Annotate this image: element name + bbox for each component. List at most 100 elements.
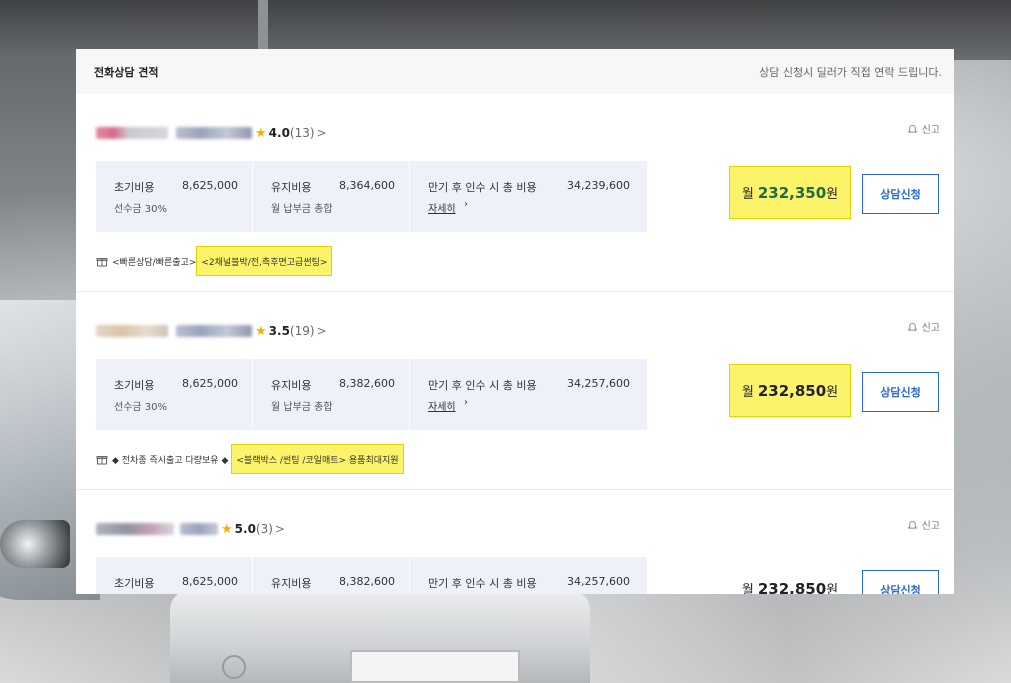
monthly-price: 월 232,350 원: [729, 166, 851, 219]
maintenance-sub: 월 납부금 총합: [271, 402, 333, 413]
dealer-company-blurred: [180, 523, 218, 535]
promo-prefix: <빠른상담/빠른출고>: [112, 257, 197, 268]
dealer-info[interactable]: ★ 4.0 (13) >: [96, 123, 327, 143]
promo-line: <빠른상담/빠른출고> <2채널블박/전,측후면고급썬팅>: [96, 246, 333, 276]
promo-highlight: <블랙박스 /썬팅 /코일매트> 용품최대지원: [231, 444, 404, 474]
initial-cost-cell: 초기비용 8,625,000 선수금 30%: [96, 161, 252, 232]
bell-icon: [907, 124, 917, 133]
panel-title: 전화상담 견적: [94, 65, 159, 79]
rating-score: 5.0: [234, 522, 256, 536]
star-icon: ★: [255, 323, 267, 339]
maintenance-value: 8,382,600: [339, 377, 395, 390]
cost-summary: 초기비용 8,625,000 선수금 30% 유지비용 8,364,600 월 …: [96, 161, 647, 232]
dealer-card: ★ 5.0 (3) > 신고 초기비용 8,625,000 유지비용 8,382…: [76, 490, 954, 594]
initial-cost-value: 8,625,000: [182, 377, 238, 390]
dealer-name-blurred: [96, 127, 168, 139]
initial-cost-value: 8,625,000: [182, 575, 238, 588]
review-count: (13): [289, 126, 315, 140]
price-unit: 월: [741, 385, 754, 400]
background-pole: [258, 0, 268, 50]
total-cost-value: 34,239,600: [567, 179, 630, 192]
price-unit: 월: [741, 583, 754, 594]
background-sensor: [222, 655, 246, 679]
star-icon: ★: [255, 125, 267, 141]
maintenance-label: 유지비용: [271, 577, 312, 590]
report-button[interactable]: 신고: [907, 121, 940, 136]
review-count: (3): [255, 522, 273, 536]
total-cost-cell: 만기 후 인수 시 총 비용 34,257,600: [409, 557, 647, 594]
dealer-info[interactable]: ★ 5.0 (3) >: [96, 519, 285, 539]
dealer-info[interactable]: ★ 3.5 (19) >: [96, 321, 327, 341]
gift-icon: [96, 258, 108, 267]
price-unit: 월: [741, 187, 754, 202]
maintenance-label: 유지비용: [271, 181, 312, 194]
cost-summary: 초기비용 8,625,000 유지비용 8,382,600 만기 후 인수 시 …: [96, 557, 647, 594]
consult-button[interactable]: 상담신청: [862, 570, 939, 594]
initial-cost-sub: 선수금 30%: [114, 402, 168, 413]
cost-summary: 초기비용 8,625,000 선수금 30% 유지비용 8,382,600 월 …: [96, 359, 647, 430]
price-currency: 원: [826, 385, 839, 400]
total-cost-value: 34,257,600: [567, 377, 630, 390]
promo-prefix: ◆ 전차종 즉시출고 다량보유 ◆: [112, 455, 229, 466]
initial-cost-cell: 초기비용 8,625,000: [96, 557, 252, 594]
chevron-right-icon: ›: [464, 397, 468, 408]
details-link[interactable]: 자세히: [428, 200, 456, 215]
chevron-right-icon: >: [274, 522, 285, 536]
initial-cost-label: 초기비용: [114, 379, 155, 392]
dealer-card: ★ 4.0 (13) > 신고 초기비용 8,625,000 선수금 30% 유…: [76, 94, 954, 292]
price-value: 232,850: [757, 579, 827, 595]
maintenance-value: 8,382,600: [339, 575, 395, 588]
dealer-name-blurred: [96, 325, 168, 337]
total-cost-cell: 만기 후 인수 시 총 비용 34,239,600 자세히 ›: [409, 161, 647, 232]
chevron-right-icon: ›: [464, 199, 468, 210]
dealer-company-blurred: [176, 325, 252, 337]
star-icon: ★: [221, 521, 233, 537]
rating-score: 3.5: [268, 324, 290, 338]
quote-panel: 전화상담 견적 상담 신청시 딜러가 직접 연락 드립니다. ★ 4.0 (13…: [76, 49, 954, 594]
report-button[interactable]: 신고: [907, 319, 940, 334]
gift-icon: [96, 456, 108, 465]
dealer-name-blurred: [96, 523, 174, 535]
dealer-card: ★ 3.5 (19) > 신고 초기비용 8,625,000 선수금 30% 유…: [76, 292, 954, 490]
review-count: (19): [289, 324, 315, 338]
price-value: 232,350: [757, 183, 827, 202]
bell-icon: [907, 520, 917, 529]
report-label: 신고: [921, 521, 940, 532]
initial-cost-cell: 초기비용 8,625,000 선수금 30%: [96, 359, 252, 430]
report-label: 신고: [921, 323, 940, 334]
monthly-price: 월 232,850 원: [729, 562, 851, 595]
report-label: 신고: [921, 125, 940, 136]
total-cost-cell: 만기 후 인수 시 총 비용 34,257,600 자세히 ›: [409, 359, 647, 430]
total-cost-label: 만기 후 인수 시 총 비용: [428, 577, 537, 590]
total-cost-label: 만기 후 인수 시 총 비용: [428, 181, 537, 194]
maintenance-label: 유지비용: [271, 379, 312, 392]
consult-button[interactable]: 상담신청: [862, 372, 939, 412]
maintenance-cost-cell: 유지비용 8,364,600 월 납부금 총합: [252, 161, 409, 232]
initial-cost-value: 8,625,000: [182, 179, 238, 192]
initial-cost-label: 초기비용: [114, 577, 155, 590]
rating-score: 4.0: [268, 126, 290, 140]
price-currency: 원: [826, 187, 839, 202]
panel-header: 전화상담 견적 상담 신청시 딜러가 직접 연락 드립니다.: [76, 49, 954, 94]
initial-cost-sub: 선수금 30%: [114, 204, 168, 215]
maintenance-value: 8,364,600: [339, 179, 395, 192]
chevron-right-icon: >: [316, 324, 327, 338]
total-cost-value: 34,257,600: [567, 575, 630, 588]
details-link[interactable]: 자세히: [428, 398, 456, 413]
initial-cost-label: 초기비용: [114, 181, 155, 194]
monthly-price: 월 232,850 원: [729, 364, 851, 417]
maintenance-cost-cell: 유지비용 8,382,600: [252, 557, 409, 594]
bell-icon: [907, 322, 917, 331]
report-button[interactable]: 신고: [907, 517, 940, 532]
promo-line: ◆ 전차종 즉시출고 다량보유 ◆ <블랙박스 /썬팅 /코일매트> 용품최대지…: [96, 444, 404, 474]
price-value: 232,850: [757, 381, 827, 400]
background-headlight: [0, 520, 70, 568]
total-cost-label: 만기 후 인수 시 총 비용: [428, 379, 537, 392]
maintenance-sub: 월 납부금 총합: [271, 204, 333, 215]
panel-note: 상담 신청시 딜러가 직접 연락 드립니다.: [759, 65, 942, 79]
maintenance-cost-cell: 유지비용 8,382,600 월 납부금 총합: [252, 359, 409, 430]
chevron-right-icon: >: [316, 126, 327, 140]
consult-button[interactable]: 상담신청: [862, 174, 939, 214]
price-currency: 원: [826, 583, 839, 594]
promo-highlight: <2채널블박/전,측후면고급썬팅>: [196, 246, 333, 276]
